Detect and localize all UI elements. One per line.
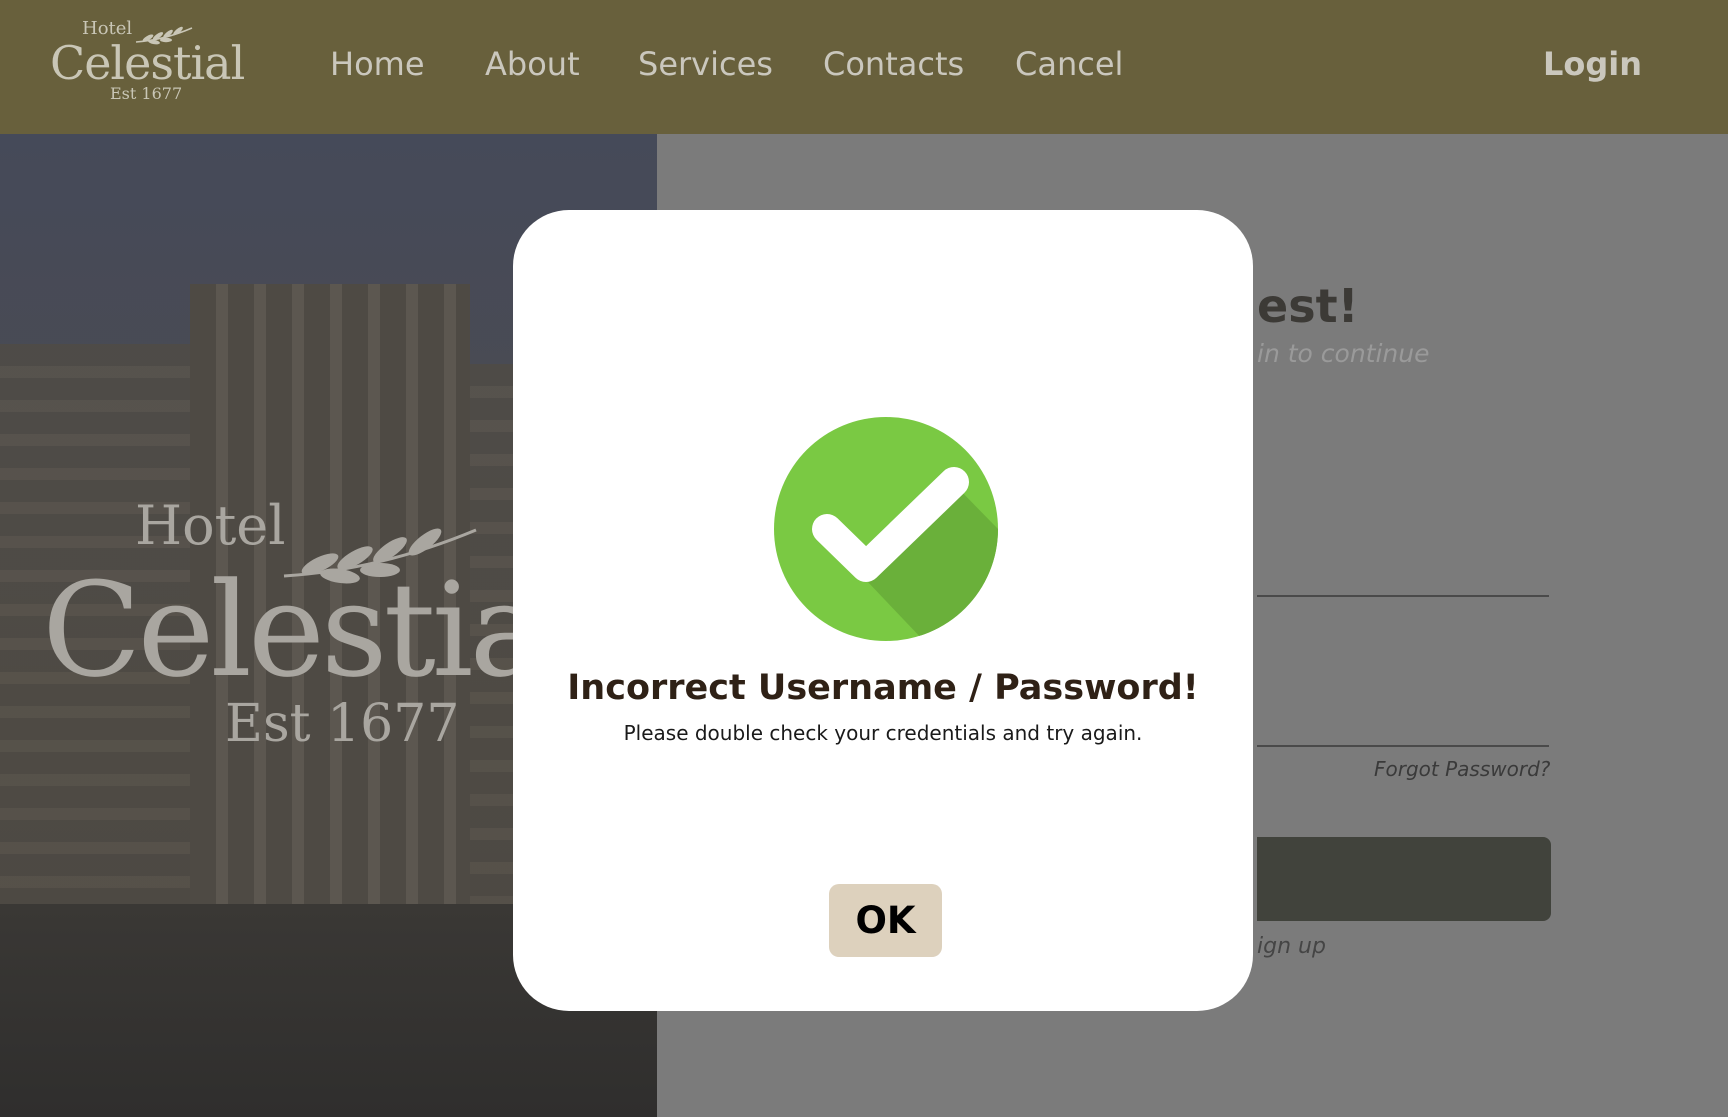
modal-title: Incorrect Username / Password!	[567, 668, 1199, 708]
username-field[interactable]	[1257, 595, 1549, 597]
login-submit-button[interactable]	[1257, 837, 1551, 921]
nav-link-about[interactable]: About	[485, 45, 580, 83]
nav-link-contacts[interactable]: Contacts	[823, 45, 964, 83]
password-field[interactable]	[1257, 745, 1549, 747]
hero-logo-est-text: Est 1677	[225, 694, 460, 754]
logo-est-text: Est 1677	[110, 84, 183, 103]
ok-button[interactable]: OK	[829, 884, 942, 957]
nav-link-services[interactable]: Services	[638, 45, 773, 83]
top-navbar: Hotel Celestial Est 1677 Home About Serv…	[0, 0, 1728, 134]
alert-modal: Incorrect Username / Password! Please do…	[513, 210, 1253, 1011]
modal-message: Please double check your credentials and…	[623, 721, 1143, 745]
forgot-password-link[interactable]: Forgot Password?	[1374, 757, 1550, 781]
hero-logo-hotel-text: Hotel	[135, 494, 286, 557]
logo-name-text: Celestial	[50, 36, 245, 90]
form-heading: est!	[1257, 279, 1359, 333]
form-subtitle: in to continue	[1257, 339, 1430, 368]
signup-link[interactable]: ign up	[1257, 934, 1326, 959]
check-circle-icon	[774, 417, 998, 641]
login-link[interactable]: Login	[1543, 45, 1642, 83]
nav-link-cancel[interactable]: Cancel	[1015, 45, 1123, 83]
hotel-logo[interactable]: Hotel Celestial Est 1677	[50, 18, 245, 108]
hero-logo-name-text: Celestia	[42, 554, 547, 706]
nav-link-home[interactable]: Home	[330, 45, 425, 83]
